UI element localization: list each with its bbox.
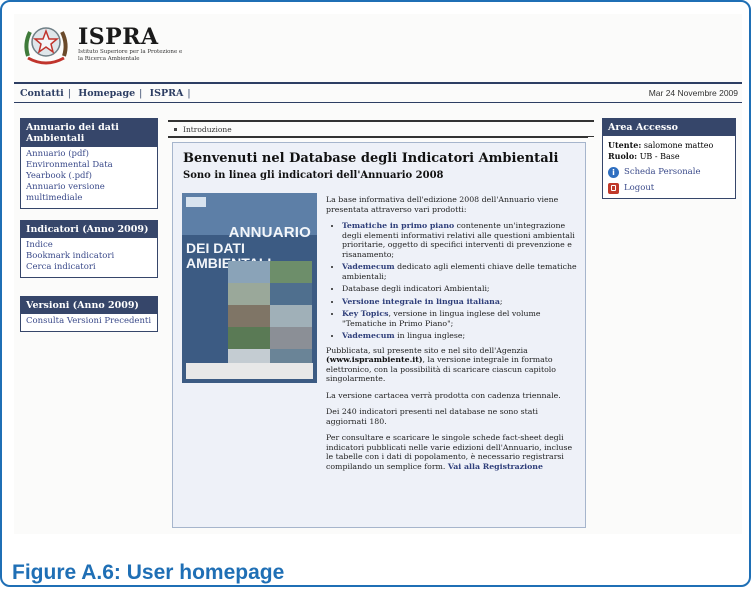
figure-caption: Figure A.6: User homepage bbox=[12, 561, 285, 584]
intro-paragraph: La base informativa dell'edizione 2008 d… bbox=[326, 195, 559, 214]
italian-republic-emblem-icon bbox=[20, 18, 72, 70]
nav-link-ispra[interactable]: ISPRA bbox=[150, 88, 184, 99]
sidebar-link-annuario-pdf[interactable]: Annuario (pdf) bbox=[26, 149, 152, 160]
cover-title-line1: ANNUARIO bbox=[228, 224, 311, 241]
list-item: Database degli indicatori Ambientali; bbox=[342, 284, 578, 294]
logo-subtitle: Istituto Superiore per la Protezione e l… bbox=[78, 49, 183, 62]
print-paragraph: La versione cartacea verrà prodotta con … bbox=[326, 390, 561, 400]
user-row: Utente: salomone matteo bbox=[608, 140, 714, 150]
access-area-box: Area Accesso Utente: salomone matteo Ruo… bbox=[602, 118, 736, 199]
list-item: Key Topics, versione in lingua inglese d… bbox=[342, 309, 578, 328]
page: ISPRA Istituto Superiore per la Protezio… bbox=[14, 14, 742, 534]
site-logo[interactable]: ISPRA Istituto Superiore per la Protezio… bbox=[20, 18, 188, 70]
sidebar-box-title: Annuario dei dati Ambientali bbox=[21, 119, 157, 147]
product-list: Tematiche in primo piano contenente un'i… bbox=[326, 221, 578, 341]
main-content-panel: Benvenuti nel Database degli Indicatori … bbox=[172, 142, 586, 528]
sidebar-box-versioni: Versioni (Anno 2009) Consulta Versioni P… bbox=[20, 296, 158, 332]
sidebar-link-cerca-indicatori[interactable]: Cerca indicatori bbox=[26, 262, 152, 273]
sidebar-link-annuario-multimediale[interactable]: Annuario versione multimediale bbox=[26, 182, 152, 204]
logout-icon bbox=[608, 183, 619, 194]
page-subtitle: Sono in linea gli indicatori dell'Annuar… bbox=[183, 170, 444, 181]
access-area-title: Area Accesso bbox=[603, 119, 735, 136]
breadcrumb: Introduzione bbox=[168, 120, 594, 137]
scheda-personale-link-row[interactable]: i Scheda Personale bbox=[608, 167, 730, 178]
logout-link[interactable]: Logout bbox=[624, 183, 654, 194]
indicators-paragraph: Dei 240 indicatori presenti nel database… bbox=[326, 407, 538, 426]
product-link-key-topics[interactable]: Key Topics bbox=[342, 309, 388, 318]
product-link-tematiche[interactable]: Tematiche in primo piano bbox=[342, 221, 454, 230]
divider bbox=[168, 137, 588, 138]
list-item: Vademecum dedicato agli elementi chiave … bbox=[342, 262, 578, 281]
sidebar-box-annuario: Annuario dei dati Ambientali Annuario (p… bbox=[20, 118, 158, 209]
list-item: Versione integrale in lingua italiana; bbox=[342, 297, 578, 307]
list-item: Tematiche in primo piano contenente un'i… bbox=[342, 221, 578, 259]
sidebar-box-indicatori: Indicatori (Anno 2009) Indice Bookmark i… bbox=[20, 220, 158, 278]
sidebar-box-title: Versioni (Anno 2009) bbox=[21, 297, 157, 314]
sidebar-link-indice[interactable]: Indice bbox=[26, 240, 152, 251]
nav-link-contatti[interactable]: Contatti bbox=[20, 88, 64, 99]
publication-paragraph: Pubblicata, sul presente sito e nel sito… bbox=[326, 345, 556, 384]
registration-link[interactable]: Vai alla Registrazione bbox=[448, 462, 543, 471]
registration-paragraph: Per consultare e scaricare le singole sc… bbox=[326, 433, 573, 471]
product-link-vademecum-en[interactable]: Vademecum bbox=[342, 331, 395, 340]
sidebar-link-environmental-data-yearbook[interactable]: Environmental Data Yearbook (.pdf) bbox=[26, 160, 152, 182]
product-link-vademecum[interactable]: Vademecum bbox=[342, 262, 395, 271]
breadcrumb-item[interactable]: Introduzione bbox=[183, 125, 232, 134]
scheda-personale-link[interactable]: Scheda Personale bbox=[624, 167, 701, 178]
logout-link-row[interactable]: Logout bbox=[608, 183, 730, 194]
breadcrumb-bullet-icon bbox=[174, 127, 177, 131]
top-navigation: Contatti | Homepage | ISPRA | Mar 24 Novemb… bbox=[14, 82, 742, 103]
intro-text: La base informativa dell'edizione 2008 d… bbox=[326, 195, 578, 478]
info-icon: i bbox=[608, 167, 619, 178]
user-role: UB - Base bbox=[639, 152, 680, 161]
list-item: Vademecum in lingua inglese; bbox=[342, 331, 578, 341]
user-name: salomone matteo bbox=[643, 141, 714, 150]
sidebar-link-bookmark-indicatori[interactable]: Bookmark indicatori bbox=[26, 251, 152, 262]
cover-photo-grid bbox=[228, 261, 312, 373]
page-title: Benvenuti nel Database degli Indicatori … bbox=[183, 151, 559, 166]
sidebar-box-title: Indicatori (Anno 2009) bbox=[21, 221, 157, 238]
role-row: Ruolo: UB - Base bbox=[608, 151, 680, 161]
product-link-versione-integrale[interactable]: Versione integrale in lingua italiana bbox=[342, 297, 500, 306]
logo-title: ISPRA bbox=[78, 24, 159, 50]
sidebar-link-consulta-versioni[interactable]: Consulta Versioni Precedenti bbox=[26, 316, 152, 327]
site-url-text[interactable]: (www.isprambiente.it) bbox=[326, 355, 423, 364]
annuario-cover-image: ANNUARIO DEI DATI AMBIENTALI bbox=[182, 193, 317, 383]
nav-link-homepage[interactable]: Homepage bbox=[78, 88, 135, 99]
current-date: Mar 24 Novembre 2009 bbox=[648, 88, 738, 98]
